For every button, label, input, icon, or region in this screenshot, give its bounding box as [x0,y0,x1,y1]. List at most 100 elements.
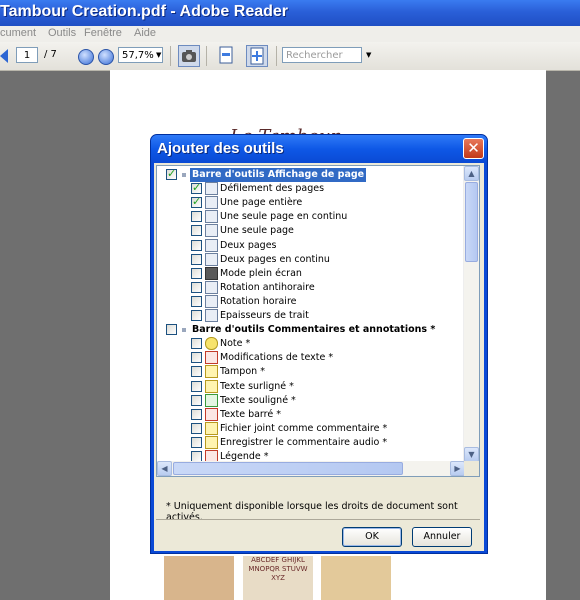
snapshot-tool-icon[interactable] [178,45,200,67]
expand-bullet-icon[interactable] [182,173,186,177]
horizontal-scrollbar[interactable]: ◀ ▶ [157,461,465,476]
checkbox[interactable] [191,281,202,293]
tool-row[interactable]: Une seule page [157,224,465,238]
tool-row[interactable]: Tampon * [157,365,465,379]
checkbox[interactable] [166,324,177,336]
tool-row[interactable]: Rotation antihoraire [157,280,465,295]
tool-label: Une page entière [220,197,303,209]
tool-row[interactable]: Une seule page en continu [157,210,465,224]
tool-row[interactable]: Mode plein écran [157,266,465,281]
menu-document[interactable]: cument [0,27,36,39]
tool-row[interactable]: Une page entière [157,195,465,210]
tool-row[interactable]: Deux pages en continu [157,252,465,267]
tool-row[interactable]: Note * [157,337,465,351]
tool-label: Une seule page [220,225,294,237]
tool-row[interactable]: Enregistrer le commentaire audio * [157,435,465,450]
checkbox[interactable] [191,380,202,392]
checkbox[interactable] [191,195,202,209]
checkbox[interactable] [191,338,202,350]
tool-label: Tampon * [220,366,265,378]
tool-label: Enregistrer le commentaire audio * [220,436,388,448]
zoom-out-icon[interactable] [78,49,94,65]
single-page-continuous-icon [205,210,218,224]
group-label: Barre d'outils Commentaires et annotatio… [192,324,436,336]
cancel-button[interactable]: Annuler [412,527,472,547]
menu-aide[interactable]: Aide [134,27,156,39]
tool-row[interactable]: Texte surligné * [157,379,465,394]
search-input[interactable]: Rechercher [282,47,362,63]
add-tools-dialog: Ajouter des outils ✕ Barre d'outils Affi… [150,134,488,554]
checkbox[interactable] [191,295,202,307]
toolbar-separator [276,46,277,66]
toolbar-group-row[interactable]: Barre d'outils Affichage de page [157,167,465,182]
fit-page-icon[interactable] [246,45,268,67]
rotate-ccw-icon [205,280,218,294]
search-dropdown-icon[interactable]: ▼ [366,51,371,59]
tool-row[interactable]: Fichier joint comme commentaire * [157,421,465,436]
menu-outils[interactable]: Outils [48,27,76,39]
group-label: Barre d'outils Affichage de page [190,168,367,182]
checkbox[interactable] [191,310,202,321]
scroll-right-icon[interactable]: ▶ [450,461,465,476]
checkbox[interactable] [191,422,202,434]
ok-button[interactable]: OK [342,527,402,547]
expand-bullet-icon[interactable] [182,328,186,333]
fit-page-icon [205,196,218,210]
checkbox[interactable] [166,167,177,181]
scroll-pages-icon [205,182,218,196]
record-audio-icon [205,435,218,449]
close-button[interactable]: ✕ [463,138,484,159]
tool-row[interactable]: Texte souligné * [157,393,465,408]
checkbox[interactable] [191,211,202,223]
vertical-scroll-thumb[interactable] [465,182,478,262]
tool-row[interactable]: Rotation horaire [157,294,465,309]
menu-fenetre[interactable]: Fenêtre [84,27,122,39]
underline-text-icon [205,393,218,407]
scroll-down-icon[interactable]: ▼ [464,447,479,462]
dialog-body: Barre d'outils Affichage de pageDéfileme… [154,163,484,551]
fit-width-icon[interactable] [216,45,238,67]
tool-row[interactable]: Epaisseurs de trait [157,309,465,323]
horizontal-scroll-thumb[interactable] [173,462,403,475]
page-number-input[interactable]: 1 [16,47,38,63]
tool-row[interactable]: Texte barré * [157,407,465,422]
dialog-titlebar: Ajouter des outils ✕ [151,135,487,163]
checkbox[interactable] [191,225,202,237]
tool-label: Texte barré * [220,408,281,420]
zoom-in-icon[interactable] [98,49,114,65]
tools-list[interactable]: Barre d'outils Affichage de pageDéfileme… [156,165,480,477]
tool-row[interactable]: Défilement des pages [157,181,465,196]
scroll-up-icon[interactable]: ▲ [464,166,479,181]
tool-label: Texte surligné * [220,380,294,392]
tool-label: Défilement des pages [220,183,325,195]
previous-page-icon[interactable] [0,49,8,63]
tool-label: Deux pages [220,239,277,251]
checkbox[interactable] [191,253,202,265]
vertical-scrollbar[interactable]: ▲ ▼ [463,166,479,462]
tool-row[interactable]: Deux pages [157,238,465,253]
checkbox[interactable] [191,352,202,364]
page-total: / 7 [44,49,57,60]
checkbox[interactable] [191,239,202,251]
app-titlebar: Tambour Creation.pdf - Adobe Reader [0,0,580,26]
checkbox[interactable] [191,408,202,420]
dialog-divider [156,519,480,520]
checkbox[interactable] [191,267,202,279]
line-weights-icon [205,309,218,322]
tool-row[interactable]: Modifications de texte * [157,351,465,365]
checkbox[interactable] [191,436,202,448]
scroll-left-icon[interactable]: ◀ [157,461,172,476]
tool-label: Mode plein écran [220,267,302,279]
checkbox[interactable] [191,394,202,406]
sampler-text: ABCDEF GHIJKL MNOPQR STUVW XYZ [248,556,308,582]
strikethrough-text-icon [205,407,218,421]
toolbar-group-row[interactable]: Barre d'outils Commentaires et annotatio… [157,323,465,337]
two-pages-continuous-icon [205,252,218,266]
checkbox[interactable] [191,181,202,195]
checkbox[interactable] [191,366,202,378]
dialog-title: Ajouter des outils [157,140,284,157]
toolbar-separator [170,46,171,66]
attach-file-icon [205,421,218,435]
chevron-down-icon[interactable]: ▼ [156,51,161,59]
tool-label: Deux pages en continu [220,253,330,265]
